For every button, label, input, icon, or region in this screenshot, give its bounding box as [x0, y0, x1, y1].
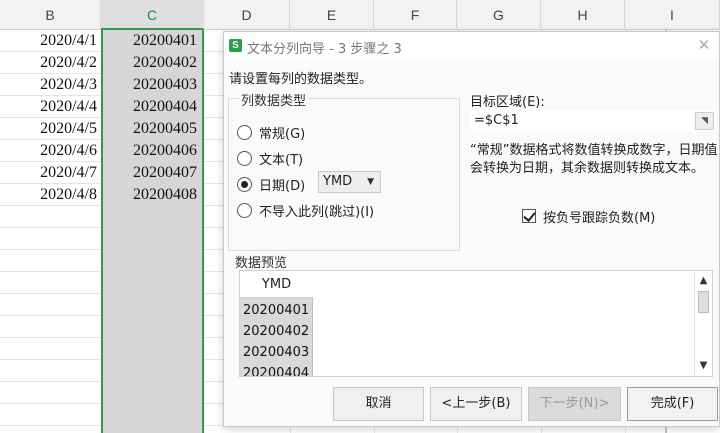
preview-column-header: YMD: [240, 271, 313, 298]
column-type-group: 列数据类型 常规(G) 文本(T) 日期(D) YMD ▼ 不导入此列(跳过)(…: [228, 90, 460, 251]
negative-tracking-option[interactable]: 按负号跟踪负数(M): [522, 206, 655, 226]
scroll-down-icon[interactable]: ▼: [695, 359, 712, 373]
column-type-legend: 列数据类型: [239, 90, 309, 109]
radio-skip-circle[interactable]: [237, 202, 252, 218]
radio-text-circle[interactable]: [237, 150, 252, 166]
dialog-title: 文本分列向导 - 3 步骤之 3: [247, 42, 402, 57]
cell-c2[interactable]: 20200402: [103, 52, 201, 74]
date-format-value: YMD: [323, 174, 353, 189]
column-header-i[interactable]: I: [625, 0, 720, 30]
preview-cell: 20200403: [243, 345, 310, 360]
format-description: “常规”数据格式将数值转换成数字，日期值会转换为日期，其余数据则转换成文本。: [470, 143, 718, 176]
cell-c5[interactable]: 20200405: [103, 118, 201, 140]
cell-c1[interactable]: 20200401: [103, 30, 201, 52]
preview-column[interactable]: YMD 20200401 20200402 20200403 20200404: [240, 271, 313, 377]
cell-c7[interactable]: 20200407: [103, 162, 201, 184]
chevron-down-icon: ▼: [367, 177, 374, 187]
cell-b3[interactable]: 2020/4/3: [0, 74, 100, 96]
radio-general-circle[interactable]: [237, 124, 252, 140]
radio-date-label: 日期(D): [259, 178, 306, 194]
scroll-thumb[interactable]: [698, 291, 709, 313]
column-header-e[interactable]: E: [290, 0, 374, 30]
app-logo-icon: S: [229, 39, 242, 52]
cell-b1[interactable]: 2020/4/1: [0, 30, 100, 52]
preview-cell: 20200404: [243, 366, 310, 377]
cell-b7[interactable]: 2020/4/7: [0, 162, 100, 184]
radio-general[interactable]: 常规(G): [237, 122, 305, 142]
cell-b5[interactable]: 2020/4/5: [0, 118, 100, 140]
next-step-button[interactable]: 下一步(N)>: [528, 387, 621, 421]
cell-b2[interactable]: 2020/4/2: [0, 52, 100, 74]
preview-cell: 20200402: [243, 324, 310, 339]
text-to-columns-dialog: S 文本分列向导 - 3 步骤之 3 ✕ 请设置每列的数据类型。 列数据类型 常…: [223, 31, 720, 427]
range-picker-icon[interactable]: ◥: [695, 112, 714, 130]
cell-c8[interactable]: 20200408: [103, 184, 201, 206]
radio-general-label: 常规(G): [259, 126, 306, 142]
cell-b4[interactable]: 2020/4/4: [0, 96, 100, 118]
previous-step-button[interactable]: <上一步(B): [430, 387, 522, 421]
negative-tracking-checkbox[interactable]: [522, 209, 536, 223]
column-header-d[interactable]: D: [204, 0, 290, 30]
column-header-c[interactable]: C: [101, 0, 204, 30]
instruction-text: 请设置每列的数据类型。: [229, 72, 373, 87]
column-header-b[interactable]: B: [0, 0, 101, 30]
radio-skip[interactable]: 不导入此列(跳过)(I): [237, 200, 374, 220]
data-preview[interactable]: YMD 20200401 20200402 20200403 20200404 …: [239, 270, 713, 377]
dialog-titlebar[interactable]: S 文本分列向导 - 3 步骤之 3 ✕: [224, 32, 719, 60]
column-header-g[interactable]: G: [457, 0, 541, 30]
cell-b8[interactable]: 2020/4/8: [0, 184, 100, 206]
column-header-h[interactable]: H: [541, 0, 625, 30]
target-range-input[interactable]: =$C$1: [470, 110, 716, 132]
finish-button[interactable]: 完成(F): [627, 387, 718, 421]
radio-text[interactable]: 文本(T): [237, 148, 303, 168]
radio-date-circle[interactable]: [237, 176, 252, 192]
preview-scrollbar[interactable]: ▲ ▼: [694, 271, 712, 376]
date-format-select[interactable]: YMD ▼: [318, 171, 381, 193]
cell-c3[interactable]: 20200403: [103, 74, 201, 96]
radio-skip-label: 不导入此列(跳过)(I): [259, 204, 375, 220]
cancel-button[interactable]: 取消: [333, 387, 424, 421]
column-header-f[interactable]: F: [374, 0, 457, 30]
cell-b6[interactable]: 2020/4/6: [0, 140, 100, 162]
negative-tracking-label: 按负号跟踪负数(M): [543, 210, 656, 226]
close-icon[interactable]: ✕: [695, 36, 713, 54]
preview-cell: 20200401: [243, 303, 310, 318]
data-preview-legend: 数据预览: [235, 256, 288, 271]
radio-text-label: 文本(T): [259, 152, 304, 168]
radio-date[interactable]: 日期(D): [237, 174, 305, 194]
target-range-label: 目标区域(E):: [470, 95, 545, 110]
cell-c6[interactable]: 20200406: [103, 140, 201, 162]
cell-c4[interactable]: 20200404: [103, 96, 201, 118]
scroll-up-icon[interactable]: ▲: [695, 274, 712, 288]
